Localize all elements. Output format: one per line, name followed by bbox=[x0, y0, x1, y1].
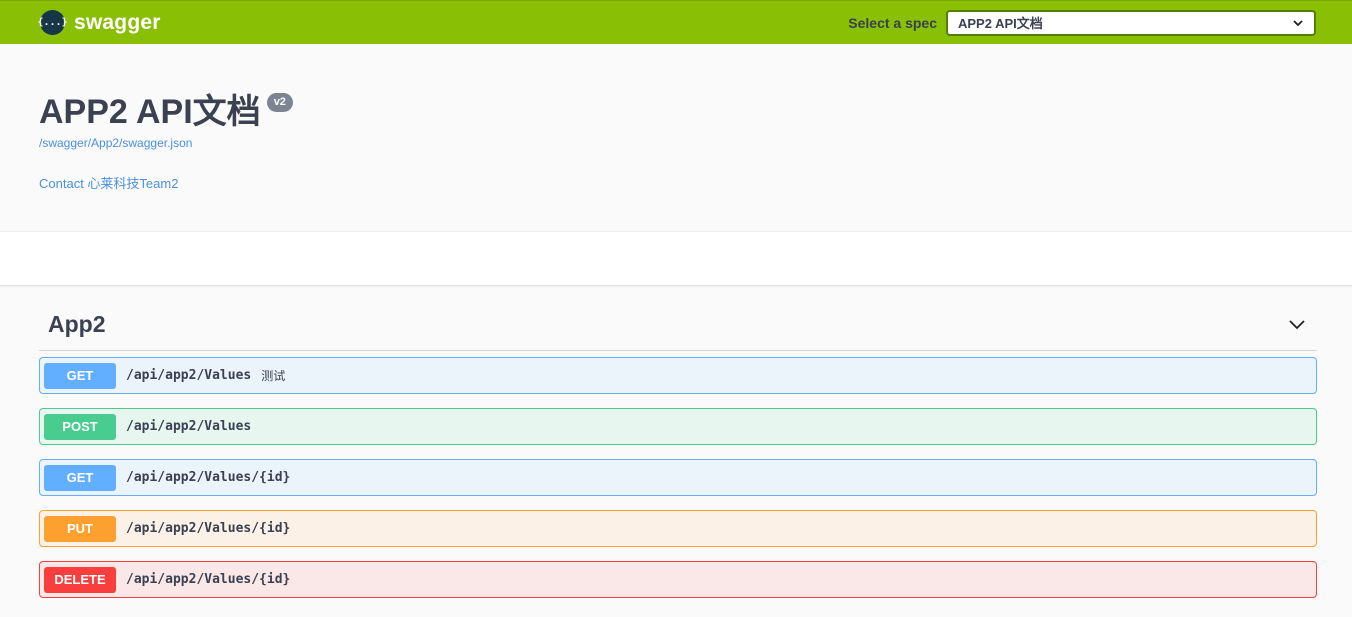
spec-select[interactable]: APP2 API文档 bbox=[946, 9, 1316, 36]
operations-section: App2 GET /api/app2/Values 测试 POST /api/a… bbox=[0, 286, 1352, 598]
method-badge: POST bbox=[44, 413, 116, 440]
tag-header-app2[interactable]: App2 bbox=[39, 298, 1317, 351]
operation-get-value-by-id[interactable]: GET /api/app2/Values/{id} bbox=[39, 459, 1317, 496]
chevron-down-icon bbox=[1293, 19, 1303, 26]
brand-name: swagger bbox=[74, 10, 161, 34]
page-title: APP2 API文档 bbox=[39, 93, 261, 131]
operation-path: /api/app2/Values/{id} bbox=[126, 470, 291, 485]
contact-link[interactable]: Contact 心莱科技Team2 bbox=[39, 173, 1313, 192]
operation-path: /api/app2/Values bbox=[126, 368, 252, 383]
method-badge: DELETE bbox=[44, 566, 116, 593]
scheme-container bbox=[0, 231, 1352, 286]
swagger-logo-icon: {...} bbox=[37, 10, 68, 35]
operation-path: /api/app2/Values/{id} bbox=[126, 572, 291, 587]
version-badge: v2 bbox=[266, 93, 293, 112]
operation-summary: 测试 bbox=[261, 369, 286, 383]
chevron-down-icon[interactable] bbox=[1287, 314, 1307, 334]
method-badge: GET bbox=[44, 362, 116, 389]
operation-path: /api/app2/Values bbox=[126, 419, 252, 434]
info-section: APP2 API文档 v2 /swagger/App2/swagger.json… bbox=[0, 44, 1352, 231]
method-badge: GET bbox=[44, 464, 116, 491]
topbar: {...} swagger Select a spec APP2 API文档 bbox=[0, 0, 1352, 44]
operation-get-values[interactable]: GET /api/app2/Values 测试 bbox=[39, 357, 1317, 394]
operation-post-values[interactable]: POST /api/app2/Values bbox=[39, 408, 1317, 445]
operation-path: /api/app2/Values/{id} bbox=[126, 521, 291, 536]
operation-delete-value-by-id[interactable]: DELETE /api/app2/Values/{id} bbox=[39, 561, 1317, 598]
spec-url-link[interactable]: /swagger/App2/swagger.json bbox=[39, 136, 1313, 150]
tag-name: App2 bbox=[48, 310, 106, 337]
spec-selector: Select a spec APP2 API文档 bbox=[848, 9, 1316, 36]
operation-put-value-by-id[interactable]: PUT /api/app2/Values/{id} bbox=[39, 510, 1317, 547]
spec-label: Select a spec bbox=[848, 14, 937, 31]
brand-link[interactable]: {...} swagger bbox=[37, 10, 161, 35]
method-badge: PUT bbox=[44, 515, 116, 542]
spec-select-value: APP2 API文档 bbox=[958, 16, 1043, 31]
title-row: APP2 API文档 v2 bbox=[39, 93, 1313, 131]
